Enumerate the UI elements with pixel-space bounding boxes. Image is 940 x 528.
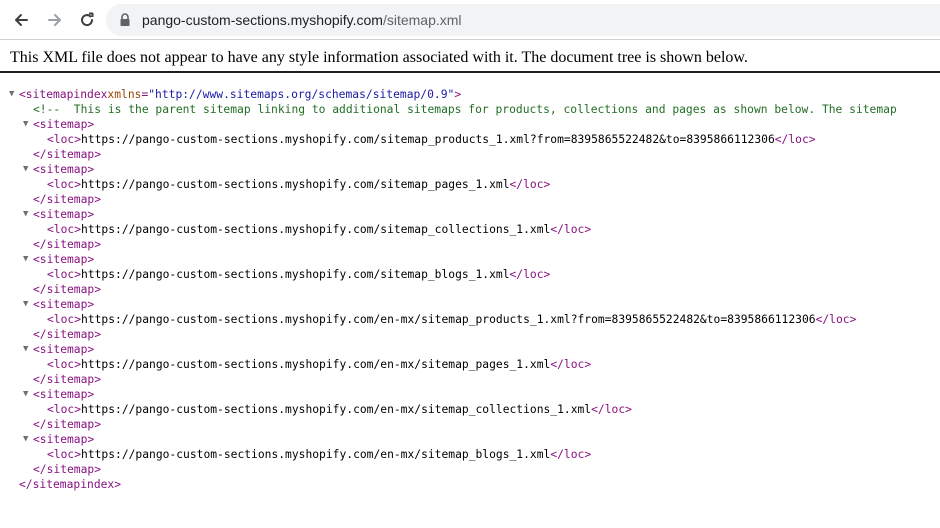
sitemap-close-tag: </sitemap> bbox=[33, 328, 102, 341]
url-text[interactable]: pango-custom-sections.myshopify.com/site… bbox=[142, 12, 462, 28]
sitemap-close-line: </sitemap> bbox=[0, 147, 940, 162]
loc-line: <loc>https://pango-custom-sections.mysho… bbox=[0, 357, 940, 372]
collapse-triangle-icon[interactable]: ▼ bbox=[23, 162, 31, 177]
sitemap-close-tag: </sitemap> bbox=[33, 418, 102, 431]
loc-close-tag: </loc> bbox=[550, 448, 592, 461]
sitemap-close-tag: </sitemap> bbox=[33, 193, 102, 206]
sitemap-open-tag: <sitemap> bbox=[33, 118, 95, 131]
sitemap-close-line: </sitemap> bbox=[0, 237, 940, 252]
sitemap-open-line: ▼ <sitemap> bbox=[0, 117, 940, 132]
lock-icon[interactable] bbox=[118, 12, 132, 28]
sitemap-open-line: ▼ <sitemap> bbox=[0, 387, 940, 402]
collapse-triangle-icon[interactable]: ▼ bbox=[23, 207, 31, 222]
root-close-line: </sitemapindex> bbox=[0, 477, 940, 492]
address-bar[interactable]: pango-custom-sections.myshopify.com/site… bbox=[106, 4, 940, 36]
sitemap-close-tag: </sitemap> bbox=[33, 283, 102, 296]
sitemap-close-line: </sitemap> bbox=[0, 372, 940, 387]
loc-open-tag: <loc> bbox=[47, 223, 82, 236]
sitemap-close-line: </sitemap> bbox=[0, 417, 940, 432]
collapse-triangle-icon[interactable]: ▼ bbox=[23, 432, 31, 447]
loc-close-tag: </loc> bbox=[774, 133, 816, 146]
xml-document-tree: ▼ <sitemapindexxmlns="http://www.sitemaps… bbox=[0, 87, 940, 492]
sitemap-close-tag: </sitemap> bbox=[33, 373, 102, 386]
root-open-bracket: > bbox=[454, 88, 462, 101]
sitemap-url: https://pango-custom-sections.myshopify.… bbox=[81, 178, 510, 191]
sitemap-url: https://pango-custom-sections.myshopify.… bbox=[81, 448, 551, 461]
loc-line: <loc>https://pango-custom-sections.mysho… bbox=[0, 447, 940, 462]
root-attr-value: "http://www.sitemaps.org/schemas/sitemap… bbox=[148, 88, 455, 101]
sitemap-url: https://pango-custom-sections.myshopify.… bbox=[81, 223, 551, 236]
root-open-line: ▼ <sitemapindexxmlns="http://www.sitemaps… bbox=[0, 87, 940, 102]
sitemap-open-line: ▼ <sitemap> bbox=[0, 207, 940, 222]
sitemap-close-tag: </sitemap> bbox=[33, 238, 102, 251]
xml-style-notice: This XML file does not appear to have an… bbox=[10, 49, 748, 66]
root-attr-name: xmlns bbox=[107, 88, 142, 101]
notice-divider bbox=[0, 71, 940, 73]
loc-open-tag: <loc> bbox=[47, 403, 82, 416]
collapse-triangle-icon[interactable]: ▼ bbox=[23, 297, 31, 312]
sitemap-open-tag: <sitemap> bbox=[33, 433, 95, 446]
xml-comment: <!-- This is the parent sitemap linking … bbox=[33, 103, 897, 116]
sitemap-close-line: </sitemap> bbox=[0, 282, 940, 297]
root-open-tag: <sitemapindexxmlns="http://www.sitemaps.… bbox=[19, 87, 461, 102]
collapse-triangle-icon[interactable]: ▼ bbox=[23, 342, 31, 357]
sitemap-close-tag: </sitemap> bbox=[33, 148, 102, 161]
sitemap-close-line: </sitemap> bbox=[0, 192, 940, 207]
loc-line: <loc>https://pango-custom-sections.mysho… bbox=[0, 402, 940, 417]
url-path: /sitemap.xml bbox=[382, 12, 462, 28]
comment-text: <!-- This is the parent sitemap linking … bbox=[33, 102, 897, 117]
sitemap-open-tag: <sitemap> bbox=[33, 163, 95, 176]
forward-arrow-icon[interactable] bbox=[42, 7, 68, 33]
loc-close-tag: </loc> bbox=[591, 403, 632, 416]
sitemap-open-line: ▼ <sitemap> bbox=[0, 297, 940, 312]
comment-line: <!-- This is the parent sitemap linking … bbox=[0, 102, 940, 117]
root-tag-name: <sitemapindex bbox=[19, 88, 108, 101]
sitemap-open-tag: <sitemap> bbox=[33, 343, 95, 356]
loc-close-tag: </loc> bbox=[509, 268, 551, 281]
loc-line: <loc>https://pango-custom-sections.mysho… bbox=[0, 267, 940, 282]
root-close-tag: </sitemapindex> bbox=[19, 478, 122, 491]
sitemap-open-tag: <sitemap> bbox=[33, 208, 95, 221]
loc-line: <loc>https://pango-custom-sections.mysho… bbox=[0, 177, 940, 192]
loc-open-tag: <loc> bbox=[47, 448, 82, 461]
back-arrow-icon[interactable] bbox=[8, 7, 34, 33]
loc-close-tag: </loc> bbox=[509, 178, 551, 191]
sitemap-url: https://pango-custom-sections.myshopify.… bbox=[81, 358, 551, 371]
sitemap-open-line: ▼ <sitemap> bbox=[0, 162, 940, 177]
collapse-triangle-icon[interactable]: ▼ bbox=[9, 87, 17, 102]
sitemap-open-tag: <sitemap> bbox=[33, 388, 95, 401]
loc-close-tag: </loc> bbox=[550, 358, 592, 371]
loc-close-tag: </loc> bbox=[550, 223, 592, 236]
sitemap-close-line: </sitemap> bbox=[0, 462, 940, 477]
collapse-triangle-icon[interactable]: ▼ bbox=[23, 252, 31, 267]
sitemap-url: https://pango-custom-sections.myshopify.… bbox=[81, 133, 775, 146]
collapse-triangle-icon[interactable]: ▼ bbox=[23, 387, 31, 402]
sitemap-url: https://pango-custom-sections.myshopify.… bbox=[81, 313, 816, 326]
sitemap-url: https://pango-custom-sections.myshopify.… bbox=[81, 403, 592, 416]
collapse-triangle-icon[interactable]: ▼ bbox=[23, 117, 31, 132]
sitemap-open-line: ▼ <sitemap> bbox=[0, 252, 940, 267]
sitemap-close-tag: </sitemap> bbox=[33, 463, 102, 476]
reload-icon[interactable] bbox=[74, 7, 100, 33]
sitemap-close-line: </sitemap> bbox=[0, 327, 940, 342]
loc-line: <loc>https://pango-custom-sections.mysho… bbox=[0, 132, 940, 147]
loc-line: <loc>https://pango-custom-sections.mysho… bbox=[0, 222, 940, 237]
sitemap-open-tag: <sitemap> bbox=[33, 298, 95, 311]
sitemap-open-tag: <sitemap> bbox=[33, 253, 95, 266]
sitemap-open-line: ▼ <sitemap> bbox=[0, 342, 940, 357]
loc-open-tag: <loc> bbox=[47, 178, 82, 191]
sitemap-url: https://pango-custom-sections.myshopify.… bbox=[81, 268, 510, 281]
loc-line: <loc>https://pango-custom-sections.mysho… bbox=[0, 312, 940, 327]
sitemap-open-line: ▼ <sitemap> bbox=[0, 432, 940, 447]
loc-open-tag: <loc> bbox=[47, 313, 82, 326]
url-host: pango-custom-sections.myshopify.com bbox=[142, 12, 383, 28]
loc-close-tag: </loc> bbox=[815, 313, 857, 326]
loc-open-tag: <loc> bbox=[47, 268, 82, 281]
loc-open-tag: <loc> bbox=[47, 358, 82, 371]
browser-toolbar: pango-custom-sections.myshopify.com/site… bbox=[0, 0, 940, 40]
loc-open-tag: <loc> bbox=[47, 133, 82, 146]
